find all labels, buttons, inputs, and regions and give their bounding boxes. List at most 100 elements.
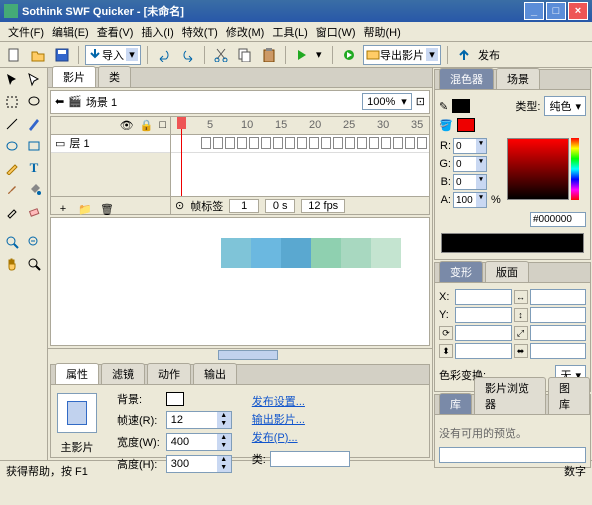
scrollbar-thumb[interactable] xyxy=(218,350,278,360)
preview-button[interactable] xyxy=(339,45,359,65)
tab-output[interactable]: 输出 xyxy=(193,363,237,384)
zoom-out-tool[interactable] xyxy=(24,232,44,252)
eye-icon[interactable]: 👁 xyxy=(120,119,134,132)
width-input[interactable] xyxy=(167,434,217,450)
play-button[interactable] xyxy=(292,45,312,65)
width-field[interactable]: ▲▼ xyxy=(166,433,232,451)
open-button[interactable] xyxy=(28,45,48,65)
link-export-movie[interactable]: 输出影片... xyxy=(252,411,350,427)
tab-scene[interactable]: 场景 xyxy=(496,68,540,89)
maximize-button[interactable]: □ xyxy=(546,2,566,20)
lasso-tool[interactable] xyxy=(24,92,44,112)
import-dropdown[interactable]: 导入 ▾ xyxy=(85,45,141,65)
h-field[interactable] xyxy=(530,307,587,323)
tab-actions[interactable]: 动作 xyxy=(147,363,191,384)
pen-tool[interactable] xyxy=(24,114,44,134)
link-publish[interactable]: 发布(P)... xyxy=(252,429,350,445)
link-publish-settings[interactable]: 发布设置... xyxy=(252,393,350,409)
zoom-fit-button[interactable]: ⊡ xyxy=(416,95,425,108)
tab-properties[interactable]: 属性 xyxy=(55,363,99,384)
hand-tool[interactable] xyxy=(2,254,22,274)
w-field[interactable] xyxy=(530,289,587,305)
tab-mixer[interactable]: 混色器 xyxy=(439,68,494,89)
class-field[interactable] xyxy=(270,451,350,467)
transform-tool[interactable] xyxy=(2,92,22,112)
tab-browser[interactable]: 影片浏览器 xyxy=(474,377,546,414)
hex-input[interactable] xyxy=(530,212,586,227)
type-combo[interactable]: 纯色▾ xyxy=(544,96,586,116)
undo-button[interactable] xyxy=(154,45,174,65)
r-field[interactable]: ▾ xyxy=(453,138,487,154)
menu-view[interactable]: 查看(V) xyxy=(93,22,138,42)
layer-row[interactable]: ▭ 层 1 xyxy=(51,135,170,153)
stroke-swatch[interactable] xyxy=(452,99,470,113)
tab-transform[interactable]: 变形 xyxy=(439,261,483,282)
fill-icon[interactable]: 🪣 xyxy=(439,119,453,132)
rect-tool[interactable] xyxy=(24,136,44,156)
frame-ruler[interactable]: 1 5 10 15 20 25 30 35 40 xyxy=(171,117,429,135)
save-button[interactable] xyxy=(52,45,72,65)
a-field[interactable]: ▾ xyxy=(453,192,487,208)
text-tool[interactable]: T xyxy=(24,158,44,178)
eraser-tool[interactable] xyxy=(24,202,44,222)
gradient-preview[interactable] xyxy=(441,233,584,253)
hue-slider[interactable] xyxy=(571,138,579,200)
pencil-tool[interactable] xyxy=(2,158,22,178)
stage-scrollbar[interactable] xyxy=(48,348,432,362)
bg-color-swatch[interactable] xyxy=(166,392,184,406)
fps-input[interactable] xyxy=(167,412,217,428)
paste-button[interactable] xyxy=(259,45,279,65)
chevron-down-icon[interactable]: ▾ xyxy=(316,48,326,61)
tab-class[interactable]: 类 xyxy=(98,66,131,87)
menu-window[interactable]: 窗口(W) xyxy=(312,22,360,42)
menu-insert[interactable]: 插入(I) xyxy=(137,22,177,42)
tab-libs[interactable]: 图库 xyxy=(548,377,590,414)
delete-layer-button[interactable]: 🗑 xyxy=(97,199,117,219)
export-button[interactable]: 导出影片 ▾ xyxy=(363,45,441,65)
tab-library[interactable]: 库 xyxy=(439,393,472,414)
onion-icon[interactable]: ⊙ xyxy=(175,199,184,212)
line-tool[interactable] xyxy=(2,114,22,134)
rot-field[interactable] xyxy=(455,325,512,341)
new-button[interactable] xyxy=(4,45,24,65)
menu-file[interactable]: 文件(F) xyxy=(4,22,48,42)
skh-field[interactable] xyxy=(530,343,587,359)
redo-button[interactable] xyxy=(178,45,198,65)
copy-button[interactable] xyxy=(235,45,255,65)
oval-tool[interactable] xyxy=(2,136,22,156)
fill-swatch[interactable] xyxy=(457,118,475,132)
skv-field[interactable] xyxy=(455,343,512,359)
tab-filters[interactable]: 滤镜 xyxy=(101,363,145,384)
sx-field[interactable] xyxy=(530,325,587,341)
close-button[interactable]: × xyxy=(568,2,588,20)
y-field[interactable] xyxy=(455,307,512,323)
fps-field[interactable]: ▲▼ xyxy=(166,411,232,429)
minimize-button[interactable]: _ xyxy=(524,2,544,20)
zoom-tool[interactable] xyxy=(2,232,22,252)
tab-layout[interactable]: 版面 xyxy=(485,261,529,282)
color-picker[interactable] xyxy=(507,138,569,200)
menu-edit[interactable]: 编辑(E) xyxy=(48,22,93,42)
stroke-icon[interactable]: ✎ xyxy=(439,100,448,113)
height-field[interactable]: ▲▼ xyxy=(166,455,232,473)
frames-track[interactable] xyxy=(171,135,429,153)
x-field[interactable] xyxy=(455,289,512,305)
zoom-combo[interactable]: 100% ▾ xyxy=(362,93,412,110)
subselect-tool[interactable] xyxy=(24,70,44,90)
menu-help[interactable]: 帮助(H) xyxy=(360,22,405,42)
eyedropper-tool[interactable] xyxy=(2,202,22,222)
g-field[interactable]: ▾ xyxy=(453,156,487,172)
cut-button[interactable] xyxy=(211,45,231,65)
back-icon[interactable]: ⬅ xyxy=(55,95,64,108)
publish-button[interactable] xyxy=(454,45,474,65)
add-layer-button[interactable]: + xyxy=(53,199,73,219)
bucket-tool[interactable] xyxy=(24,180,44,200)
selection-tool[interactable] xyxy=(2,70,22,90)
tab-movie[interactable]: 影片 xyxy=(52,66,96,87)
brush-tool[interactable] xyxy=(2,180,22,200)
library-list[interactable] xyxy=(439,447,586,463)
outline-icon[interactable]: □ xyxy=(159,119,166,131)
stage[interactable] xyxy=(50,217,430,346)
lock-icon[interactable]: 🔒 xyxy=(140,119,154,132)
menu-tools[interactable]: 工具(L) xyxy=(268,22,311,42)
